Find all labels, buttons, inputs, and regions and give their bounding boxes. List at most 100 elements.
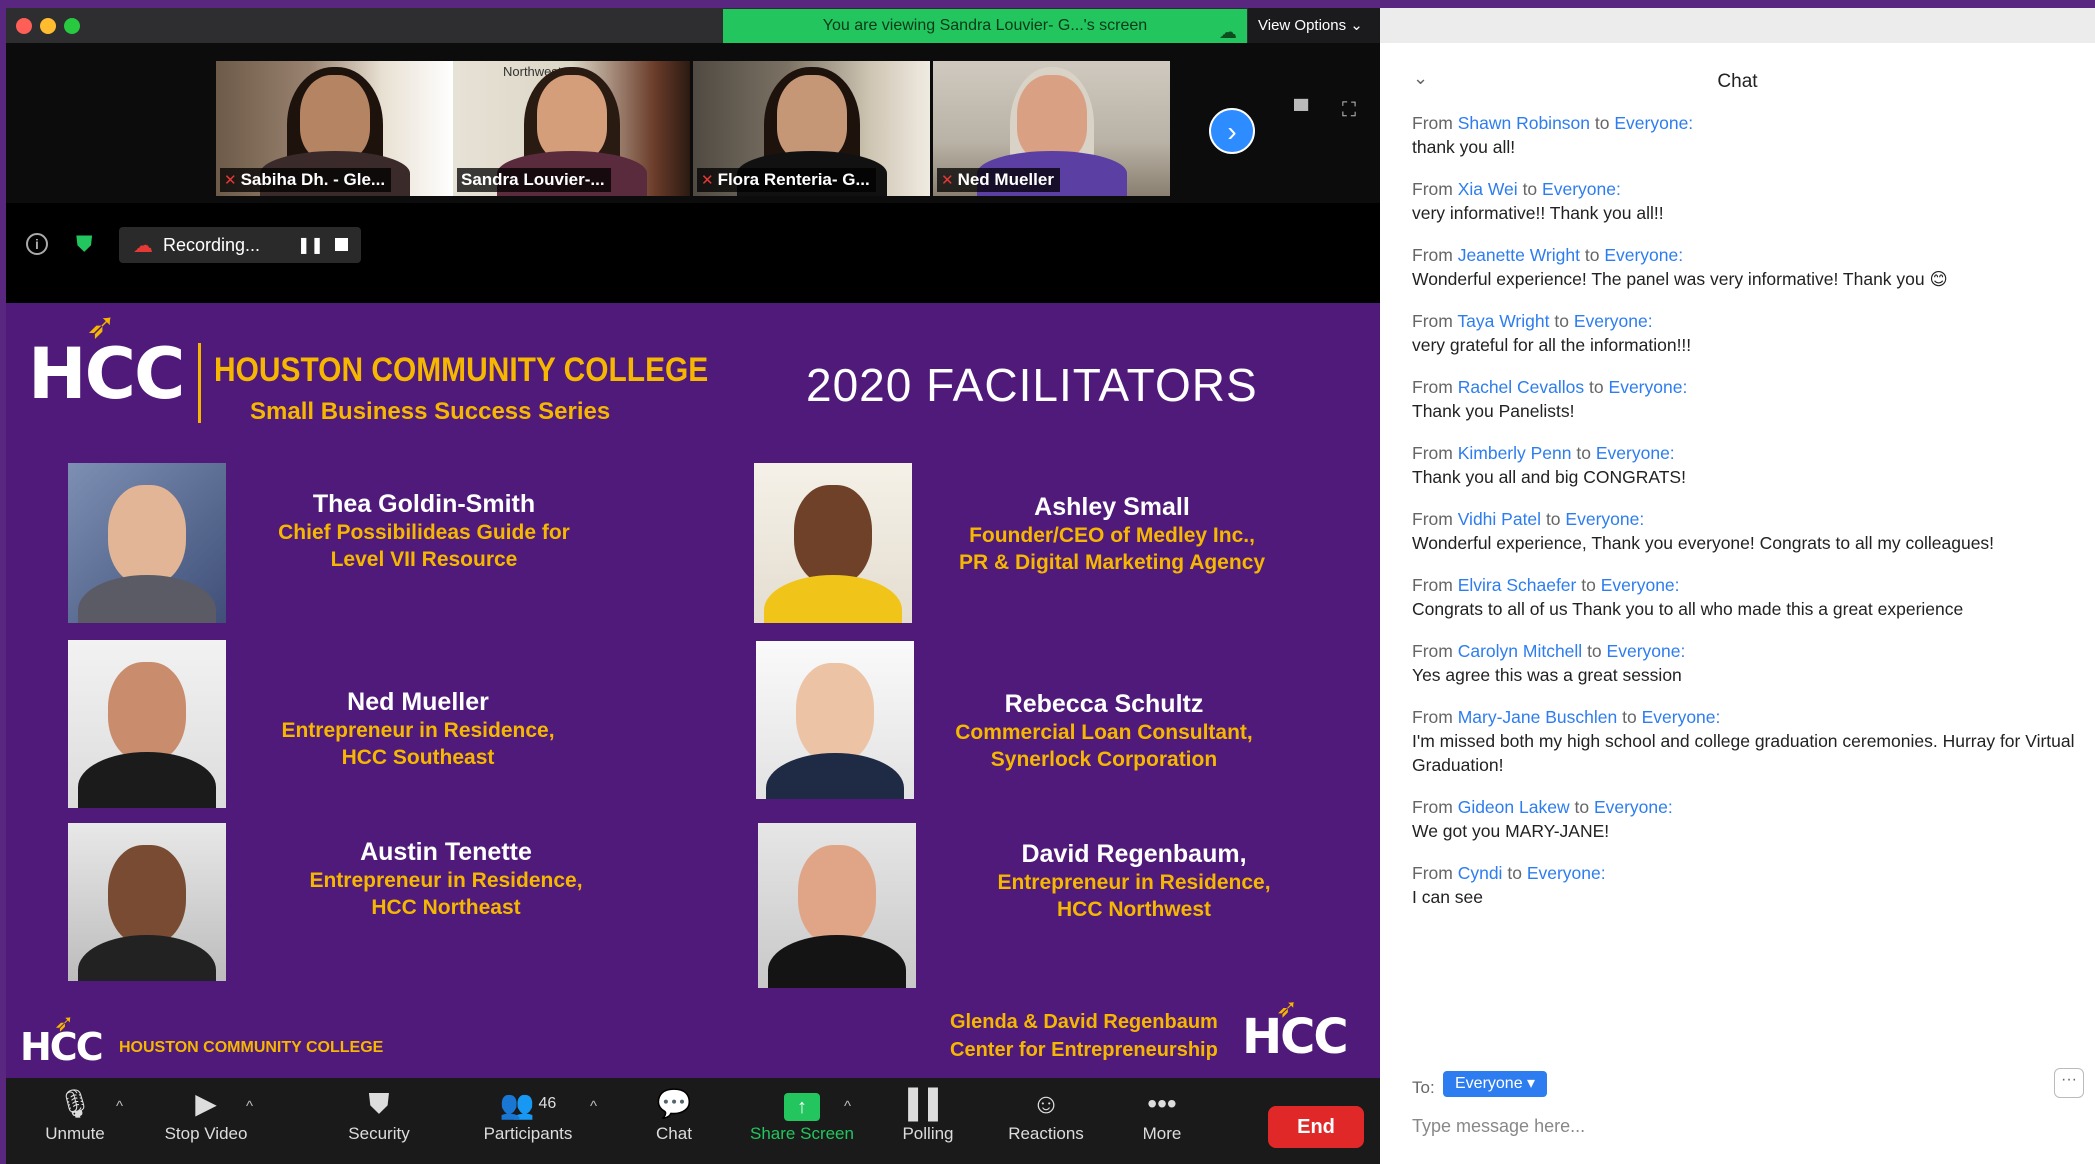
fullscreen-icon[interactable]: ⛶ [1342,99,1356,122]
chat-recipient: Everyone: [1526,863,1606,883]
chat-label: Chat [656,1124,692,1143]
stop-recording-button[interactable] [335,238,348,251]
chat-message: From Carolyn Mitchell to Everyone: Yes ag… [1412,639,2082,687]
chat-sender-name[interactable]: Mary-Jane Buschlen [1458,707,1618,727]
hcc-footer-logo: HCC [20,1025,104,1069]
pause-recording-button[interactable]: ❚❚ [297,235,324,255]
facilitator-face [796,663,874,763]
chat-panel-titlebar [1380,8,2095,43]
chat-message-input[interactable] [1412,1111,2052,1141]
meeting-window: You are viewing Sandra Louvier- G...'s s… [6,8,1380,1164]
view-options-button[interactable]: View Options ⌄ [1248,8,1380,43]
chat-sender-name[interactable]: Rachel Cevallos [1458,377,1584,397]
reactions-button[interactable]: ☺ Reactions [996,1078,1096,1164]
video-options-chevron-icon[interactable]: ^ [246,1098,253,1115]
chat-message-list[interactable]: From Shawn Robinson to Everyone: thank yo… [1412,111,2082,927]
chat-more-options-icon[interactable]: ··· [2054,1068,2084,1098]
layout-toggle-icon[interactable]: ▀ [1294,100,1308,123]
recording-label: Recording... [163,235,261,255]
chat-message: From Taya Wright to Everyone: very gratef… [1412,309,2082,357]
chat-from-word: From [1412,443,1453,463]
chat-message: From Xia Wei to Everyone: very informativ… [1412,177,2082,225]
share-screen-button[interactable]: ↑ Share Screen [742,1078,862,1164]
participant-name: Ned Mueller [957,170,1054,189]
chat-recipient: Everyone: [1593,797,1673,817]
participants-button[interactable]: 👥 46 Participants [472,1078,584,1164]
chat-from-word: From [1412,575,1453,595]
encryption-shield-icon[interactable]: ⛊ [76,231,98,257]
chat-to-word: to [1507,863,1522,883]
zoom-app: You are viewing Sandra Louvier- G...'s s… [0,0,2095,1164]
chat-message-text: very informative!! Thank you all!! [1412,203,1664,223]
share-screen-label: Share Screen [750,1124,854,1143]
hcc-logo: HCC [28,333,185,415]
participant-thumbnail[interactable]: ✕ Ned Mueller [933,61,1170,196]
facilitator-body [78,935,216,981]
facilitator-name: Ashley Small [1034,493,1190,521]
participant-name: Flora Renteria- G... [717,170,870,189]
participant-name: Sabiha Dh. - Gle... [240,170,386,189]
meeting-status-bar: i ⛊ ☁ Recording... ❚❚ [6,203,1380,303]
chat-sender-name[interactable]: Kimberly Penn [1458,443,1572,463]
chat-recipient: Everyone: [1600,575,1680,595]
info-icon[interactable]: i [26,233,48,255]
chat-message-header: From Xia Wei to Everyone: [1412,177,2082,201]
chat-recipient-dropdown[interactable]: Everyone ▾ [1443,1071,1548,1097]
chat-recipient: Everyone: [1641,707,1721,727]
chat-recipient: Everyone: [1604,245,1684,265]
title-bar: You are viewing Sandra Louvier- G...'s s… [6,8,1380,43]
chat-sender-name[interactable]: Vidhi Patel [1458,509,1541,529]
chat-to-word: to [1584,245,1600,265]
chat-from-word: From [1412,113,1453,133]
chat-message-header: From Kimberly Penn to Everyone: [1412,441,2082,465]
participant-face [1016,75,1087,161]
chat-message-header: From Vidhi Patel to Everyone: [1412,507,2082,531]
chat-from-word: From [1412,509,1453,529]
chat-message: From Cyndi to Everyone: I can see [1412,861,2082,909]
chat-message-header: From Taya Wright to Everyone: [1412,309,2082,333]
chat-sender-name[interactable]: Jeanette Wright [1458,245,1580,265]
facilitator-role: Entrepreneur in Residence, [281,719,555,742]
chat-message-header: From Mary-Jane Buschlen to Everyone: [1412,705,2082,729]
maximize-window-button[interactable] [64,18,80,34]
chat-message: From Elvira Schaefer to Everyone: Congrat… [1412,573,2082,621]
minimize-window-button[interactable] [40,18,56,34]
slide-college-name: HOUSTON COMMUNITY COLLEGE [214,351,709,389]
participant-name-tag: ✕ Sabiha Dh. - Gle... [220,168,392,192]
chat-title: Chat [1717,71,1758,92]
close-window-button[interactable] [16,18,32,34]
screen-share-banner: You are viewing Sandra Louvier- G...'s s… [723,9,1247,43]
chat-sender-name[interactable]: Elvira Schaefer [1458,575,1577,595]
polling-button[interactable]: ▌▌ Polling [886,1078,970,1164]
security-button[interactable]: ⛊ Security [336,1078,422,1164]
chat-sender-name[interactable]: Shawn Robinson [1458,113,1590,133]
chat-message-text: Congrats to all of us Thank you to all w… [1412,599,1964,619]
stop-video-label: Stop Video [164,1124,248,1143]
video-camera-icon: ▶ [195,1088,217,1119]
end-meeting-button[interactable]: End [1268,1106,1364,1148]
participant-thumbnail[interactable]: ✕ Sabiha Dh. - Gle... [216,61,453,196]
muted-mic-icon: ✕ [701,172,714,189]
unmute-button[interactable]: 🎙 Unmute [30,1078,120,1164]
muted-mic-icon: ✕ [941,172,954,189]
facilitator-photo [68,823,226,981]
chat-sender-name[interactable]: Gideon Lakew [1458,797,1570,817]
stop-video-button[interactable]: ▶ Stop Video [154,1078,258,1164]
more-button[interactable]: ••• More [1124,1078,1200,1164]
participants-options-chevron-icon[interactable]: ^ [590,1098,597,1115]
facilitator-face [108,845,186,945]
next-page-button[interactable]: › [1209,108,1255,154]
participant-thumbnail[interactable]: ✕ Flora Renteria- G... [693,61,930,196]
participant-thumbnail-active[interactable]: Northwest Sandra Louvier-... [453,61,690,196]
chat-button[interactable]: 💬 Chat [634,1078,714,1164]
chat-sender-name[interactable]: Cyndi [1458,863,1503,883]
reactions-label: Reactions [1008,1124,1084,1143]
chat-sender-name[interactable]: Xia Wei [1458,179,1518,199]
share-options-chevron-icon[interactable]: ^ [844,1098,851,1115]
audio-options-chevron-icon[interactable]: ^ [116,1098,123,1115]
participants-label: Participants [483,1124,573,1143]
facilitator-photo [756,641,914,799]
chat-sender-name[interactable]: Carolyn Mitchell [1458,641,1582,661]
logo-divider [198,343,201,423]
chat-sender-name[interactable]: Taya Wright [1457,311,1549,331]
